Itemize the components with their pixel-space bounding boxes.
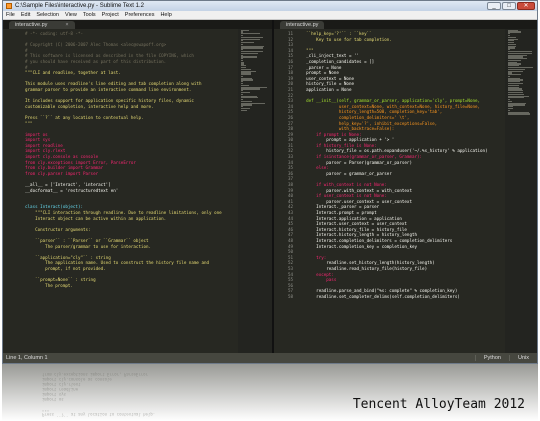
- tab-interactive-right[interactable]: interactive.py: [280, 21, 325, 29]
- credit-text: Tencent AlloyTeam 2012: [352, 397, 525, 412]
- minimize-button[interactable]: _: [487, 2, 501, 10]
- close-tab-icon[interactable]: ×: [65, 22, 68, 28]
- syntax-indicator[interactable]: Python: [474, 355, 509, 361]
- app-icon: [6, 3, 12, 9]
- tab-label: interactive.py: [15, 22, 48, 28]
- code-line: def __init__(self, grammar_or_parser, ap…: [296, 98, 481, 104]
- right-line-numbers: 11 12 13 14 15 16 17 18 19 20 21 22 23 24 25 26 27 28 29 30…: [274, 29, 296, 355]
- maximize-button[interactable]: □: [502, 2, 516, 10]
- minimap-line: [241, 88, 260, 90]
- code-line: The prompt.: [25, 282, 73, 288]
- code-line: readline.set_completer_delims(self.compl…: [296, 293, 460, 299]
- right-tab-bar: interactive.py: [274, 20, 537, 29]
- sublime-window: C:\Sample Files\interactive.py - Sublime…: [2, 0, 538, 364]
- menu-tools[interactable]: Tools: [80, 12, 99, 18]
- line-ending-indicator[interactable]: Unix: [508, 355, 537, 361]
- menu-bar: File Edit Selection View Tools Project P…: [3, 11, 537, 20]
- right-code-area[interactable]: ``help_key='?'`` : ``key`` Key to use fo…: [296, 29, 505, 355]
- window-reflection: Press ``?`` at any location to contextua…: [2, 364, 538, 421]
- minimap-line: [241, 52, 258, 54]
- tab-label: interactive.py: [286, 22, 319, 28]
- left-editor-pane: interactive.py × # -*- coding: utf-8 -*- …: [3, 20, 272, 355]
- minimap-line: [508, 97, 524, 99]
- cursor-position: Line 1, Column 1: [6, 355, 48, 361]
- menu-selection[interactable]: Selection: [33, 12, 62, 18]
- reflected-code: Press ``?`` at any location to contextua…: [42, 372, 156, 417]
- menu-edit[interactable]: Edit: [18, 12, 33, 18]
- minimap-line: [241, 38, 260, 40]
- tab-interactive-left[interactable]: interactive.py ×: [9, 21, 75, 29]
- menu-view[interactable]: View: [62, 12, 80, 18]
- minimap-line: [241, 47, 263, 49]
- menu-preferences[interactable]: Preferences: [122, 12, 158, 18]
- right-minimap[interactable]: [505, 29, 537, 355]
- minimap-line: [241, 109, 248, 111]
- menu-help[interactable]: Help: [157, 12, 174, 18]
- minimap-line: [241, 97, 258, 99]
- window-title: C:\Sample Files\interactive.py - Sublime…: [15, 3, 144, 9]
- status-bar: Line 1, Column 1 Python Unix: [3, 353, 537, 363]
- line-number: 58: [287, 293, 293, 299]
- title-bar: C:\Sample Files\interactive.py - Sublime…: [3, 1, 537, 11]
- code-line: """CLI interaction through readline. Due…: [25, 210, 222, 215]
- close-button[interactable]: ✕: [517, 2, 535, 10]
- left-code-area[interactable]: # -*- coding: utf-8 -*- # Copyright (C) …: [25, 29, 238, 355]
- left-gutter: [3, 29, 25, 355]
- left-minimap[interactable]: [238, 29, 272, 355]
- menu-file[interactable]: File: [3, 12, 18, 18]
- minimap-line: [241, 33, 260, 35]
- menu-project[interactable]: Project: [99, 12, 122, 18]
- minimap-line: [508, 113, 530, 115]
- right-editor-pane: interactive.py 11 12 13 14 15 16 17 18 19 20 21 22 2…: [274, 20, 537, 355]
- minimap-line: [241, 56, 257, 58]
- left-tab-bar: interactive.py ×: [3, 20, 272, 29]
